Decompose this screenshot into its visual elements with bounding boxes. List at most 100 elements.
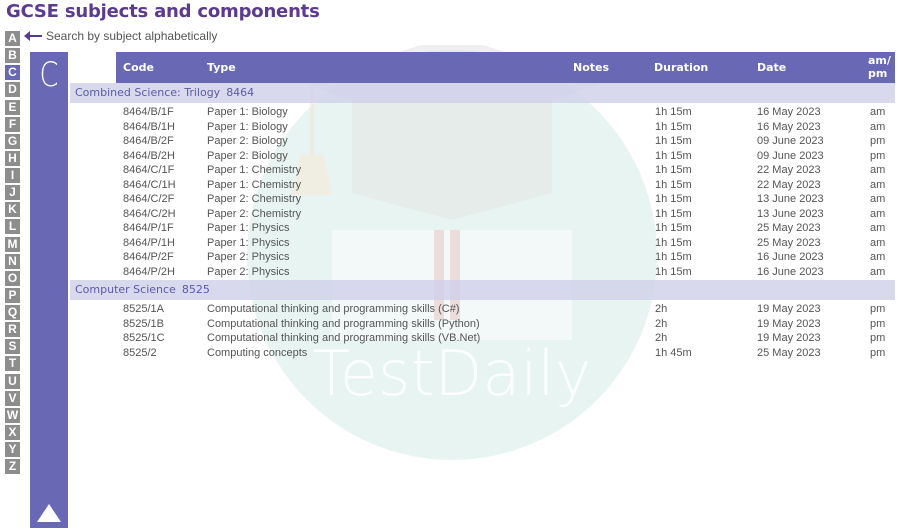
table-row: 8464/P/2F Paper 2: Physics 1h 15m 16 June 2… bbox=[0, 250, 900, 265]
table-row: 8464/C/2F Paper 2: Chemistry 1h 15m 13 June… bbox=[0, 192, 900, 207]
alphabet-link-h[interactable]: H bbox=[5, 150, 20, 166]
alphabet-link-k[interactable]: K bbox=[5, 202, 20, 218]
component-code: 8464/B/1H bbox=[123, 120, 175, 133]
component-duration: 1h 15m bbox=[655, 265, 692, 278]
component-code: 8525/1C bbox=[123, 332, 165, 344]
component-ampm: am bbox=[870, 178, 886, 191]
component-ampm: pm bbox=[870, 332, 886, 344]
table-row: 8525/1C Computational thinking and progra… bbox=[0, 331, 900, 346]
component-type: Paper 1: Physics bbox=[207, 222, 290, 234]
component-date: 25 May 2023 bbox=[757, 236, 821, 249]
component-ampm: pm bbox=[870, 346, 886, 359]
subject-name: Computer Science bbox=[75, 283, 176, 296]
alphabet-link-y[interactable]: Y bbox=[5, 442, 20, 457]
component-code: 8464/B/1F bbox=[123, 106, 174, 118]
component-type: Computing concepts bbox=[207, 346, 308, 359]
component-ampm: pm bbox=[870, 303, 886, 315]
alphabet-link-j[interactable]: J bbox=[5, 185, 20, 201]
alphabet-link-m[interactable]: M bbox=[5, 236, 20, 252]
header-date: Date bbox=[757, 61, 787, 74]
alphabet-link-l[interactable]: L bbox=[5, 219, 20, 235]
alphabet-link-c[interactable]: C bbox=[5, 65, 20, 81]
alphabet-link-s[interactable]: S bbox=[5, 339, 20, 355]
component-ampm: am bbox=[870, 207, 886, 220]
table-row: 8464/C/2H Paper 2: Chemistry 1h 15m 13 June… bbox=[0, 207, 900, 222]
component-ampm: am bbox=[870, 106, 886, 118]
header-duration: Duration bbox=[654, 61, 709, 74]
alphabet-link-t[interactable]: T bbox=[5, 356, 20, 372]
component-code: 8464/P/2F bbox=[123, 251, 174, 263]
triangle-up-icon[interactable] bbox=[37, 504, 61, 522]
alphabet-link-v[interactable]: V bbox=[5, 390, 20, 406]
subject-header: Computer Science 8525 bbox=[70, 280, 895, 300]
search-hint-text: Search by subject alphabetically bbox=[46, 29, 218, 43]
alphabet-link-d[interactable]: D bbox=[5, 82, 20, 98]
alphabet-link-e[interactable]: E bbox=[5, 99, 20, 115]
component-date: 19 May 2023 bbox=[757, 332, 821, 344]
component-type: Paper 1: Biology bbox=[207, 106, 288, 118]
subject-code: 8464 bbox=[226, 86, 255, 99]
component-ampm: pm bbox=[870, 317, 886, 330]
component-type: Computational thinking and programming s… bbox=[207, 303, 460, 315]
component-date: 25 May 2023 bbox=[757, 222, 821, 234]
alphabet-link-z[interactable]: Z bbox=[5, 459, 20, 475]
component-date: 22 May 2023 bbox=[757, 178, 821, 191]
component-date: 09 June 2023 bbox=[757, 135, 824, 147]
table-row: 8464/P/2H Paper 2: Physics 1h 15m 16 June 2… bbox=[0, 265, 900, 280]
component-type: Paper 1: Chemistry bbox=[207, 164, 302, 176]
component-code: 8464/C/2F bbox=[123, 193, 175, 205]
table-header: Code Type Notes Duration Date am/ pm bbox=[116, 52, 895, 83]
header-ampm-line1: am/ bbox=[868, 54, 891, 67]
alphabet-link-u[interactable]: U bbox=[5, 373, 20, 389]
component-ampm: am bbox=[870, 265, 886, 278]
component-ampm: am bbox=[870, 164, 886, 176]
component-type: Paper 2: Chemistry bbox=[207, 193, 302, 205]
alphabet-link-i[interactable]: I bbox=[5, 168, 20, 183]
component-duration: 1h 15m bbox=[655, 164, 692, 176]
component-type: Paper 2: Chemistry bbox=[207, 207, 302, 220]
component-code: 8464/B/2H bbox=[123, 149, 175, 162]
component-ampm: am bbox=[870, 193, 886, 205]
alphabet-link-p[interactable]: P bbox=[5, 287, 20, 303]
table-row: 8464/P/1H Paper 1: Physics 1h 15m 25 May 20… bbox=[0, 236, 900, 251]
alphabet-link-q[interactable]: Q bbox=[5, 305, 20, 320]
alphabet-link-b[interactable]: B bbox=[5, 48, 20, 64]
component-code: 8464/C/1H bbox=[123, 178, 176, 191]
component-code: 8525/1B bbox=[123, 317, 164, 330]
component-code: 8464/C/1F bbox=[123, 164, 175, 176]
subject-header: Combined Science: Trilogy 8464 bbox=[70, 83, 895, 103]
alphabet-index: ABCDEFGHIJKLMNOPQRSTUVWXYZ bbox=[5, 31, 21, 476]
alphabet-link-r[interactable]: R bbox=[5, 322, 20, 338]
component-code: 8464/P/2H bbox=[123, 265, 175, 278]
alphabet-link-g[interactable]: G bbox=[5, 133, 20, 149]
table-row: 8464/B/1H Paper 1: Biology 1h 15m 16 May 20… bbox=[0, 120, 900, 135]
alphabet-link-a[interactable]: A bbox=[5, 31, 20, 46]
alphabet-link-f[interactable]: F bbox=[5, 116, 20, 132]
alphabet-link-n[interactable]: N bbox=[5, 253, 20, 269]
component-duration: 1h 15m bbox=[655, 120, 692, 133]
component-code: 8464/B/2F bbox=[123, 135, 174, 147]
component-ampm: pm bbox=[870, 149, 886, 162]
component-date: 22 May 2023 bbox=[757, 164, 821, 176]
header-ampm-line2: pm bbox=[868, 67, 888, 80]
arrow-left-icon bbox=[24, 31, 42, 41]
subject-name: Combined Science: Trilogy bbox=[75, 86, 221, 99]
component-ampm: am bbox=[870, 120, 886, 133]
alphabet-link-o[interactable]: O bbox=[5, 270, 20, 286]
table-row: 8464/P/1F Paper 1: Physics 1h 15m 25 May 20… bbox=[0, 221, 900, 236]
table-row: 8464/B/2H Paper 2: Biology 1h 15m 09 June 2… bbox=[0, 149, 900, 164]
component-date: 16 June 2023 bbox=[757, 251, 824, 263]
component-code: 8464/P/1F bbox=[123, 222, 174, 234]
component-date: 13 June 2023 bbox=[757, 193, 824, 205]
header-code: Code bbox=[123, 61, 154, 74]
alphabet-link-x[interactable]: X bbox=[5, 424, 20, 440]
alphabet-link-w[interactable]: W bbox=[5, 407, 20, 423]
component-type: Paper 1: Physics bbox=[207, 236, 290, 249]
component-type: Paper 2: Physics bbox=[207, 251, 290, 263]
component-type: Computational thinking and programming s… bbox=[207, 317, 480, 330]
component-type: Paper 2: Biology bbox=[207, 135, 288, 147]
component-date: 19 May 2023 bbox=[757, 317, 821, 330]
component-duration: 2h bbox=[655, 332, 668, 344]
component-ampm: am bbox=[870, 236, 886, 249]
page-title: GCSE subjects and components bbox=[6, 1, 320, 22]
